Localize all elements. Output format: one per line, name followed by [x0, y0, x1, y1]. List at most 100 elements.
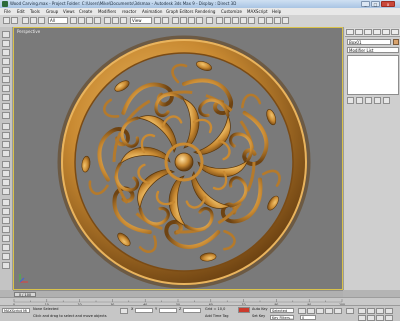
zoom-all-icon[interactable] — [367, 308, 375, 314]
menu-views[interactable]: Views — [63, 8, 75, 15]
zoom-extents-icon[interactable] — [376, 308, 384, 314]
menu-modifiers[interactable]: Modifiers — [98, 8, 116, 15]
create-cylinder-icon[interactable] — [2, 49, 10, 56]
field-of-view-icon[interactable] — [358, 315, 366, 321]
select-object-icon[interactable] — [70, 17, 77, 24]
menu-graph-editors[interactable]: Graph Editors — [166, 8, 193, 15]
modifier-taper-icon[interactable] — [2, 208, 10, 215]
pan-view-icon[interactable] — [367, 315, 375, 321]
previous-frame-icon[interactable] — [307, 308, 315, 314]
window-crossing-icon[interactable] — [94, 17, 101, 24]
undo-icon[interactable] — [3, 17, 10, 24]
menu-customize[interactable]: Customize — [221, 8, 242, 15]
modifier-noise-icon[interactable] — [2, 226, 10, 233]
menu-rendering[interactable]: Rendering — [195, 8, 215, 15]
menu-reactor[interactable]: reactor — [122, 8, 136, 15]
play-icon[interactable] — [316, 308, 324, 314]
modifier-stack[interactable] — [347, 55, 399, 95]
auto-key-icon[interactable] — [238, 307, 250, 313]
reference-coordinate-dropdown[interactable]: View — [130, 17, 152, 24]
snaps-toggle-icon[interactable] — [172, 17, 179, 24]
pin-stack-icon[interactable] — [347, 97, 354, 104]
mirror-icon[interactable] — [216, 17, 223, 24]
go-to-start-icon[interactable] — [298, 308, 306, 314]
add-time-tag[interactable]: Add Time Tag — [205, 314, 229, 319]
percent-snap-icon[interactable] — [188, 17, 195, 24]
lock-selection-icon[interactable] — [120, 308, 128, 314]
create-box-icon[interactable] — [2, 31, 10, 38]
modify-tab-icon[interactable] — [355, 29, 363, 35]
create-torus-icon[interactable] — [2, 58, 10, 65]
y-coordinate-field[interactable] — [159, 308, 177, 313]
app-icon[interactable] — [2, 1, 8, 7]
time-configuration-icon[interactable] — [346, 308, 354, 314]
modifier-twist-icon[interactable] — [2, 217, 10, 224]
maximize-button[interactable]: □ — [371, 1, 380, 7]
create-pyramid-icon[interactable] — [2, 103, 10, 110]
perspective-viewport[interactable]: Perspective — [13, 27, 343, 290]
configure-modifier-sets-icon[interactable] — [383, 97, 390, 104]
maximize-viewport-icon[interactable] — [385, 315, 393, 321]
modifier-bend-icon[interactable] — [2, 199, 10, 206]
modifier-lathe-icon[interactable] — [2, 244, 10, 251]
hierarchy-tab-icon[interactable] — [364, 29, 372, 35]
spinner-snap-icon[interactable] — [196, 17, 203, 24]
menu-create[interactable]: Create — [79, 8, 92, 15]
create-geosphere-icon[interactable] — [2, 85, 10, 92]
create-light-icon[interactable] — [2, 161, 10, 168]
manipulate-icon[interactable] — [162, 17, 169, 24]
display-tab-icon[interactable] — [382, 29, 390, 35]
modifier-list-dropdown[interactable]: Modifier List — [347, 47, 399, 53]
minimize-button[interactable]: _ — [361, 1, 370, 7]
render-frame-icon[interactable] — [274, 17, 281, 24]
create-helper-icon[interactable] — [2, 179, 10, 186]
key-mode-dropdown[interactable]: Selected — [270, 308, 294, 313]
selection-region-icon[interactable] — [86, 17, 93, 24]
z-coordinate-field[interactable] — [183, 308, 201, 313]
material-editor-icon[interactable] — [258, 17, 265, 24]
curve-editor-icon[interactable] — [240, 17, 247, 24]
make-unique-icon[interactable] — [365, 97, 372, 104]
create-circle-icon[interactable] — [2, 132, 10, 139]
carved-rosette-model[interactable] — [14, 28, 343, 290]
select-move-icon[interactable] — [104, 17, 111, 24]
create-teapot-icon[interactable] — [2, 67, 10, 74]
create-plane-icon[interactable] — [2, 112, 10, 119]
render-setup-icon[interactable] — [266, 17, 273, 24]
modifier-uvw-icon[interactable] — [2, 262, 10, 269]
next-frame-icon[interactable] — [325, 308, 333, 314]
current-frame-field[interactable]: 0 — [300, 315, 316, 320]
create-line-icon[interactable] — [2, 123, 10, 130]
select-link-icon[interactable] — [22, 17, 29, 24]
maxscript-listener-field[interactable]: MAXScript Mi — [2, 308, 30, 313]
create-spacewarp-icon[interactable] — [2, 188, 10, 195]
select-rotate-icon[interactable] — [112, 17, 119, 24]
object-color-swatch[interactable] — [393, 39, 399, 45]
object-name-field[interactable]: Box01 — [347, 39, 391, 45]
create-tube-icon[interactable] — [2, 94, 10, 101]
x-coordinate-field[interactable] — [135, 308, 153, 313]
create-arc-icon[interactable] — [2, 141, 10, 148]
quick-render-icon[interactable] — [282, 17, 289, 24]
menu-file[interactable]: File — [4, 8, 11, 15]
menu-maxscript[interactable]: MAXScript — [247, 8, 268, 15]
selection-filter-dropdown[interactable]: All — [48, 17, 68, 24]
bind-space-warp-icon[interactable] — [38, 17, 45, 24]
named-selection-icon[interactable] — [206, 17, 213, 24]
create-tab-icon[interactable] — [346, 29, 354, 35]
show-end-result-icon[interactable] — [356, 97, 363, 104]
menu-edit[interactable]: Edit — [17, 8, 25, 15]
zoom-icon[interactable] — [358, 308, 366, 314]
menu-group[interactable]: Group — [46, 8, 58, 15]
menu-animation[interactable]: Animation — [142, 8, 162, 15]
create-sphere-icon[interactable] — [2, 40, 10, 47]
select-by-name-icon[interactable] — [78, 17, 85, 24]
go-to-end-icon[interactable] — [334, 308, 342, 314]
motion-tab-icon[interactable] — [373, 29, 381, 35]
key-filters-button[interactable]: Key Filters... — [270, 315, 294, 320]
layer-manager-icon[interactable] — [232, 17, 239, 24]
utilities-tab-icon[interactable] — [391, 29, 399, 35]
menu-tools[interactable]: Tools — [30, 8, 40, 15]
schematic-view-icon[interactable] — [248, 17, 255, 24]
create-cone-icon[interactable] — [2, 76, 10, 83]
